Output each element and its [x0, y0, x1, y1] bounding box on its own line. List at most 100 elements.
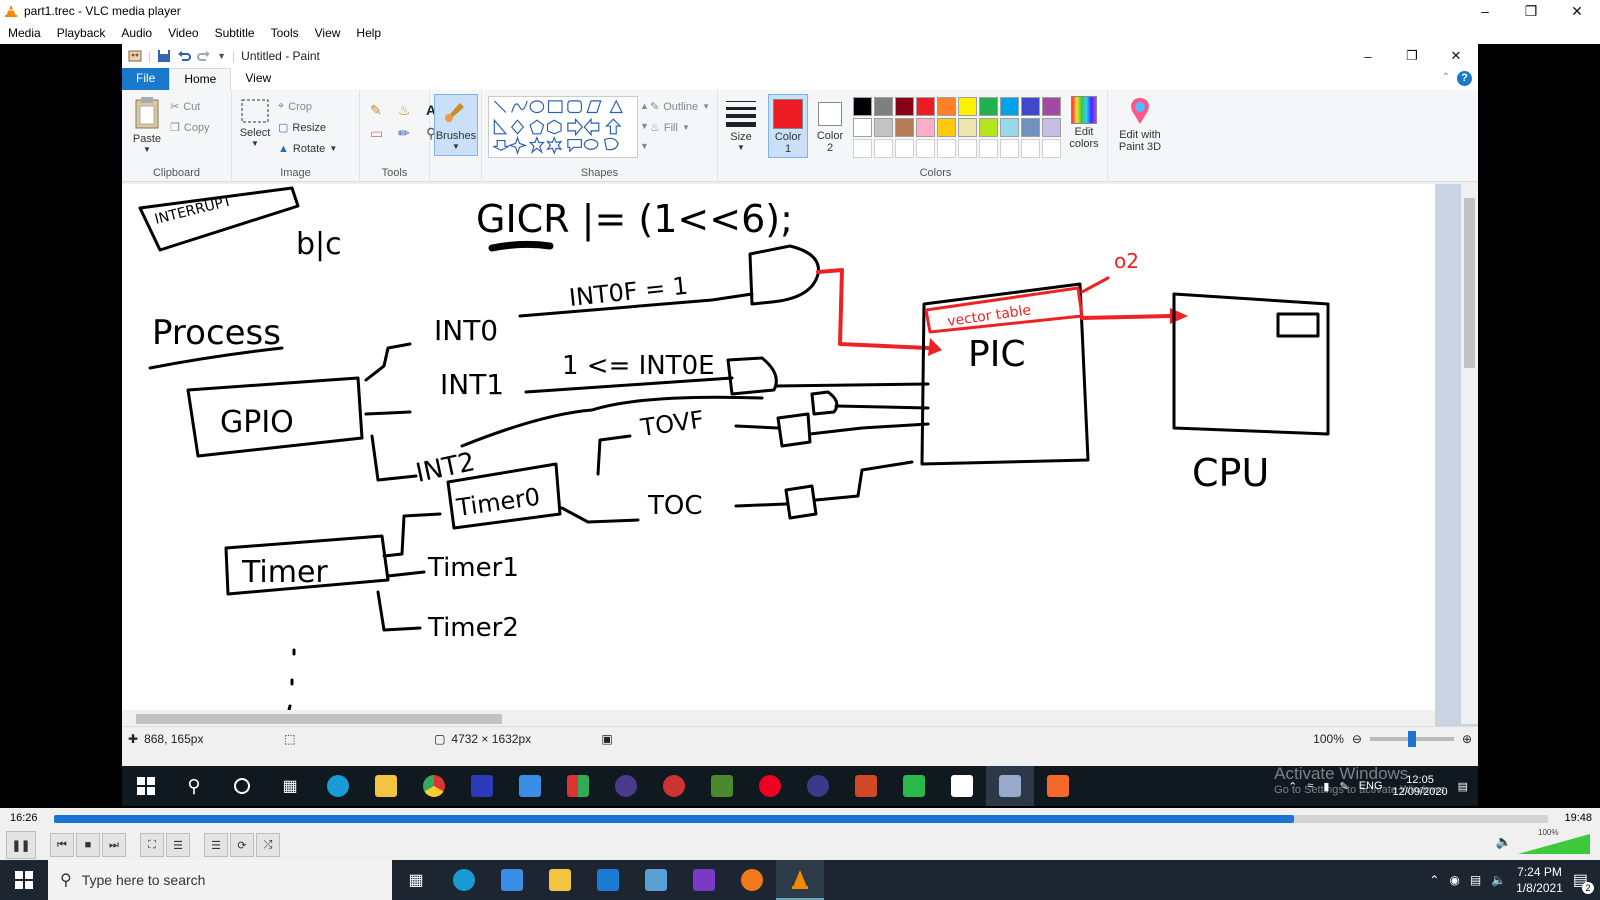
close-button[interactable]: ✕ — [1554, 0, 1600, 22]
host-notification-button[interactable]: ▤ 2 — [1573, 870, 1594, 894]
brushes-button[interactable]: Brushes ▼ — [434, 94, 478, 156]
help-icon[interactable]: ? — [1457, 71, 1472, 86]
file-explorer-icon[interactable] — [362, 766, 410, 806]
task-view-icon[interactable]: ▦ — [266, 766, 314, 806]
pen-icon[interactable]: ✎ — [1339, 780, 1348, 793]
notepad-icon[interactable] — [938, 766, 986, 806]
host-app-icon[interactable] — [632, 860, 680, 900]
zoom-slider-thumb[interactable] — [1407, 730, 1416, 747]
palette-swatch[interactable] — [937, 97, 956, 116]
save-icon[interactable] — [157, 49, 171, 63]
chrome-icon[interactable] — [410, 766, 458, 806]
volume-icon[interactable]: 🔈 — [1496, 834, 1512, 850]
store-icon[interactable] — [506, 766, 554, 806]
stop-button[interactable]: ■ — [76, 833, 100, 857]
host-vlc-icon[interactable] — [776, 860, 824, 900]
host-search-box[interactable]: ⚲ Type here to search — [48, 860, 392, 900]
fullscreen-button[interactable]: ⛶ — [140, 833, 164, 857]
host-edge-icon[interactable] — [440, 860, 488, 900]
total-time[interactable]: 19:48 — [1564, 812, 1592, 824]
palette-swatch[interactable] — [979, 118, 998, 137]
menu-video[interactable]: Video — [160, 26, 206, 40]
palette-swatch[interactable] — [1021, 97, 1040, 116]
lambda-icon[interactable] — [698, 766, 746, 806]
horizontal-scrollbar[interactable] — [122, 710, 1435, 727]
opera-icon[interactable] — [746, 766, 794, 806]
palette-swatch[interactable] — [1021, 118, 1040, 137]
palette-swatch[interactable] — [895, 97, 914, 116]
rotate-button[interactable]: ▲ Rotate ▼ — [278, 138, 337, 159]
host-start-icon[interactable] — [0, 860, 48, 900]
paste-button[interactable]: Paste ▼ — [130, 96, 164, 154]
tab-home[interactable]: Home — [169, 68, 232, 90]
host-file-explorer-icon[interactable] — [536, 860, 584, 900]
color1-button[interactable]: Color 1 — [768, 94, 808, 158]
palette-swatch[interactable] — [916, 118, 935, 137]
horizontal-scroll-thumb[interactable] — [136, 714, 502, 724]
palette-swatch[interactable] — [1000, 139, 1019, 158]
palette-swatch[interactable] — [958, 118, 977, 137]
cortana-icon[interactable] — [218, 766, 266, 806]
host-tray-chevron-icon[interactable]: ⌃ — [1429, 873, 1439, 887]
seek-bar[interactable] — [54, 815, 1548, 823]
palette-swatch[interactable] — [916, 97, 935, 116]
palette-swatch[interactable] — [853, 139, 872, 158]
wifi-icon[interactable]: ≈ — [1307, 780, 1313, 792]
host-firefox-icon[interactable] — [728, 860, 776, 900]
palette-swatch[interactable] — [1042, 118, 1061, 137]
menu-help[interactable]: Help — [348, 26, 389, 40]
restore-button[interactable]: ❐ — [1508, 0, 1554, 22]
copy-button[interactable]: ❐ Copy — [170, 117, 210, 138]
edit-colors-button[interactable]: Edit colors — [1064, 96, 1104, 150]
size-button[interactable]: Size ▼ — [724, 98, 758, 152]
color2-button[interactable]: Color 2 — [812, 94, 848, 158]
drawing-canvas[interactable]: INTERRUPT GICR |= (1<<6); b|c Process GP… — [122, 184, 1435, 716]
palette-swatch[interactable] — [958, 139, 977, 158]
previous-button[interactable]: ⏮ — [50, 833, 74, 857]
powerpoint-icon[interactable] — [842, 766, 890, 806]
host-network-icon[interactable]: ▤ — [1470, 873, 1481, 887]
menu-audio[interactable]: Audio — [113, 26, 160, 40]
zoom-slider[interactable] — [1369, 730, 1454, 747]
palette-swatch[interactable] — [874, 139, 893, 158]
edit-paint3d-button[interactable]: Edit with Paint 3D — [1112, 96, 1168, 153]
select-button[interactable]: Select ▼ — [238, 98, 272, 148]
palette-swatch[interactable] — [937, 139, 956, 158]
menu-tools[interactable]: Tools — [263, 26, 307, 40]
paint-minimize-button[interactable]: – — [1346, 44, 1390, 68]
menu-subtitle[interactable]: Subtitle — [207, 26, 263, 40]
palette-swatch[interactable] — [979, 97, 998, 116]
palette-swatch[interactable] — [895, 118, 914, 137]
menu-view[interactable]: View — [307, 26, 349, 40]
playlist-button[interactable]: ☰ — [204, 833, 228, 857]
palette-swatch[interactable] — [874, 118, 893, 137]
tab-file[interactable]: File — [122, 68, 170, 90]
palette-swatch[interactable] — [1000, 118, 1019, 137]
recorded-notification-icon[interactable]: ▤ — [1458, 780, 1468, 793]
palette-swatch[interactable] — [916, 139, 935, 158]
palette-swatch[interactable] — [853, 118, 872, 137]
menu-playback[interactable]: Playback — [49, 26, 114, 40]
volume-slider[interactable]: 100% — [1518, 828, 1590, 854]
recorded-language[interactable]: ENG — [1359, 780, 1383, 792]
paint-taskbar-icon[interactable] — [986, 766, 1034, 806]
palette-swatch[interactable] — [874, 97, 893, 116]
zoom-in-button[interactable]: ⊕ — [1462, 732, 1472, 746]
eraser-icon[interactable]: ▭ — [370, 125, 392, 142]
host-clock[interactable]: 7:24 PM 1/8/2021 — [1516, 864, 1563, 896]
qa-dropdown-icon[interactable]: ▼ — [217, 51, 226, 61]
crop-button[interactable]: ⌖ Crop — [278, 96, 337, 117]
start-icon[interactable] — [122, 766, 170, 806]
host-meet-icon[interactable]: ◉ — [1449, 873, 1459, 887]
redo-icon[interactable] — [197, 49, 211, 63]
palette-swatch[interactable] — [979, 139, 998, 158]
fill-bucket-icon[interactable]: ♨ — [398, 102, 420, 119]
menu-media[interactable]: Media — [0, 26, 49, 40]
palette-swatch[interactable] — [937, 118, 956, 137]
fill-button[interactable]: ♨ Fill ▼ — [650, 117, 710, 138]
palette-swatch[interactable] — [1000, 97, 1019, 116]
vertical-scroll-thumb[interactable] — [1464, 198, 1475, 368]
app-icon-1[interactable] — [554, 766, 602, 806]
search-icon[interactable]: ⚲ — [170, 766, 218, 806]
eclipse-icon[interactable] — [602, 766, 650, 806]
